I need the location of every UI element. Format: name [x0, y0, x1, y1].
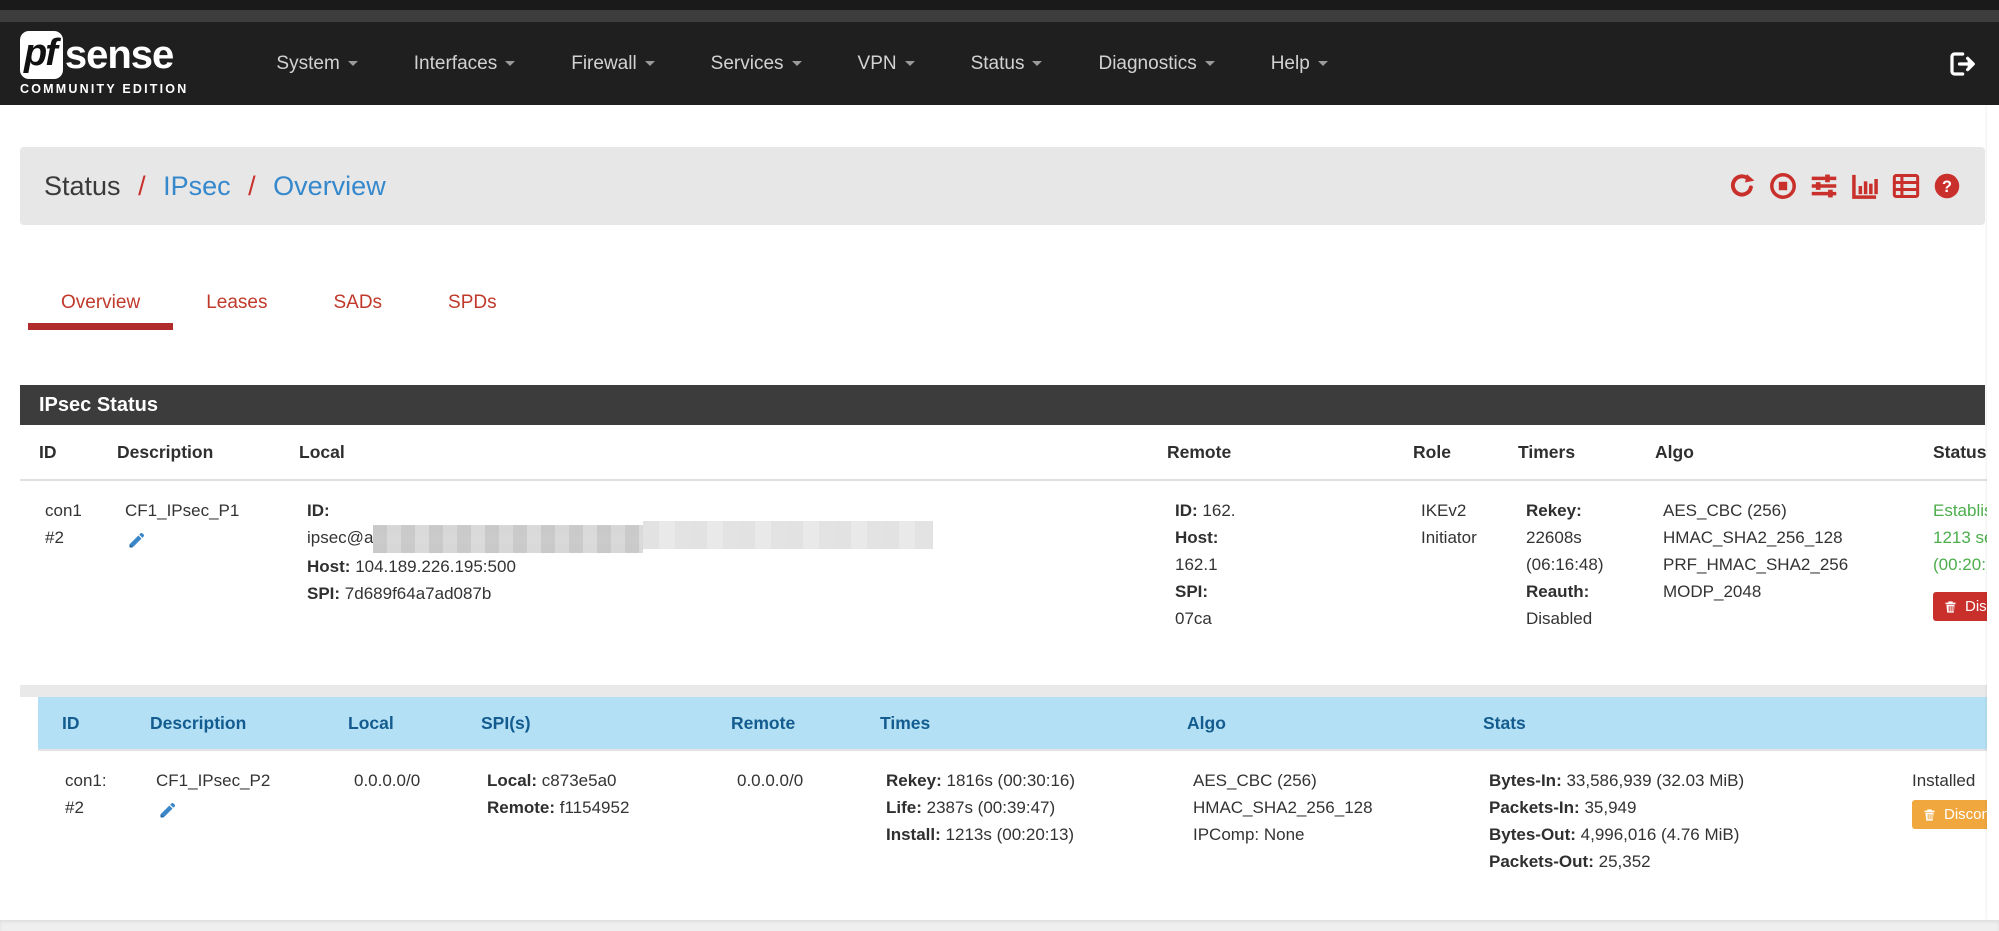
col-header-algo: Algo [1655, 425, 1925, 480]
cell-description: CF1_IPsec_P2 [150, 750, 348, 905]
pfsense-status-ipsec-page: pfsense COMMUNITY EDITION System Interfa… [0, 0, 1999, 931]
nav-services[interactable]: Services [683, 39, 830, 89]
nav-diagnostics[interactable]: Diagnostics [1070, 39, 1242, 89]
nav-vpn[interactable]: VPN [830, 39, 943, 89]
status-tabs: Overview Leases SADs SPDs [28, 277, 1985, 330]
cell-stats: Bytes-In: 33,586,939 (32.03 MiB) Packets… [1483, 750, 1906, 905]
col-header-description: Description [117, 425, 299, 480]
breadcrumb-action-icons: ? [1728, 172, 1961, 200]
ike-sa-table: ID Description Local Remote Role Timers … [20, 425, 1999, 685]
col-header-remote: Remote [1167, 425, 1413, 480]
nav-status[interactable]: Status [943, 39, 1071, 89]
redacted-value [373, 525, 643, 553]
nav-system[interactable]: System [248, 39, 385, 89]
chevron-down-icon [905, 61, 915, 66]
nav-interfaces[interactable]: Interfaces [386, 39, 543, 89]
vertical-scrollbar[interactable] [1987, 105, 1999, 920]
svg-text:?: ? [1942, 178, 1952, 196]
browser-chrome-strip [0, 10, 1999, 22]
breadcrumb-separator: / [248, 171, 256, 201]
list-icon[interactable] [1892, 172, 1920, 200]
stop-icon[interactable] [1769, 172, 1797, 200]
window-chrome-strip [0, 0, 1999, 10]
nav-help[interactable]: Help [1243, 39, 1356, 89]
ipsec-status-panel: IPsec Status ID Description Local Remote… [20, 385, 1985, 905]
cell-local: ID: ipsec@a Host: 104.189.226.195:500 SP… [299, 480, 1167, 685]
sign-out-icon[interactable] [1947, 49, 1977, 79]
pfsense-logo-text: pfsense [20, 31, 188, 79]
breadcrumb: Status / IPsec / Overview [20, 147, 1985, 225]
main-menu: System Interfaces Firewall Services VPN … [248, 39, 1355, 89]
cell-local: 0.0.0.0/0 [348, 750, 481, 905]
top-navbar: pfsense COMMUNITY EDITION System Interfa… [0, 22, 1999, 105]
cell-role: IKEv2 Initiator [1413, 480, 1518, 685]
child-table-header-row: ID Description Local SPI(s) Remote Times… [38, 697, 1999, 750]
breadcrumb-link-overview[interactable]: Overview [273, 171, 386, 201]
page-content: Status / IPsec / Overview [20, 147, 1985, 905]
bar-chart-icon[interactable] [1851, 172, 1879, 200]
chevron-down-icon [348, 61, 358, 66]
col-header-description: Description [150, 697, 348, 750]
ike-sa-row: con1 #2 CF1_IPsec_P1 ID: ipsec@a Host: 1… [20, 480, 1999, 685]
col-header-times: Times [880, 697, 1187, 750]
panel-title: IPsec Status [20, 385, 1985, 425]
cell-algo: AES_CBC (256) HMAC_SHA2_256_128 IPComp: … [1187, 750, 1483, 905]
chevron-down-icon [1318, 61, 1328, 66]
col-header-stats: Stats [1483, 697, 1906, 750]
col-header-role: Role [1413, 425, 1518, 480]
page-title: Status / IPsec / Overview [44, 171, 386, 202]
cell-spis: Local: c873e5a0 Remote: f1154952 [481, 750, 731, 905]
tab-sads[interactable]: SADs [300, 277, 415, 330]
cell-child-status: Installed Disconnect [1906, 750, 1999, 905]
cell-description: CF1_IPsec_P1 [117, 480, 299, 685]
redacted-value [643, 521, 933, 549]
tab-leases[interactable]: Leases [173, 277, 300, 330]
chevron-down-icon [792, 61, 802, 66]
page-background-strip [0, 920, 1999, 931]
col-header-local: Local [299, 425, 1167, 480]
col-header-id: ID [20, 425, 117, 480]
child-sa-row: con1: #2 CF1_IPsec_P2 0.0.0.0/0 Local: c… [38, 750, 1999, 905]
nav-firewall[interactable]: Firewall [543, 39, 682, 89]
pencil-icon[interactable] [156, 800, 178, 822]
col-header-timers: Timers [1518, 425, 1655, 480]
logo-subtitle: COMMUNITY EDITION [20, 82, 188, 96]
cell-algo: AES_CBC (256) HMAC_SHA2_256_128 PRF_HMAC… [1655, 480, 1925, 685]
trash-icon [1922, 807, 1937, 823]
chevron-down-icon [505, 61, 515, 66]
col-header-id: ID [38, 697, 150, 750]
pencil-icon[interactable] [125, 530, 147, 552]
cell-remote: 0.0.0.0/0 [731, 750, 880, 905]
ike-table-header-row: ID Description Local Remote Role Timers … [20, 425, 1999, 480]
col-header-hidden-status [1906, 697, 1999, 750]
pfsense-logo[interactable]: pfsense COMMUNITY EDITION [20, 31, 188, 96]
breadcrumb-section: Status [44, 171, 121, 201]
chevron-down-icon [1205, 61, 1215, 66]
col-header-algo: Algo [1187, 697, 1483, 750]
refresh-icon[interactable] [1728, 172, 1756, 200]
cell-timers: Rekey: 22608s (06:16:48) Reauth: Disable… [1518, 480, 1655, 685]
chevron-down-icon [1032, 61, 1042, 66]
cell-times: Rekey: 1816s (00:30:16) Life: 2387s (00:… [880, 750, 1187, 905]
tab-spds[interactable]: SPDs [415, 277, 530, 330]
child-sa-table: ID Description Local SPI(s) Remote Times… [38, 697, 1999, 905]
disconnect-child-button[interactable]: Disconnect [1912, 800, 1999, 829]
help-icon[interactable]: ? [1933, 172, 1961, 200]
trash-icon [1943, 599, 1958, 615]
sliders-icon[interactable] [1810, 172, 1838, 200]
cell-id: con1: #2 [38, 750, 150, 905]
logo-pf-badge: pf [20, 31, 63, 79]
tab-overview[interactable]: Overview [28, 277, 173, 330]
cell-id: con1 #2 [20, 480, 117, 685]
cell-remote: ID: 162. Host: 162.1 SPI: 07ca [1167, 480, 1413, 685]
breadcrumb-separator: / [138, 171, 146, 201]
col-header-spis: SPI(s) [481, 697, 731, 750]
breadcrumb-link-ipsec[interactable]: IPsec [163, 171, 231, 201]
chevron-down-icon [645, 61, 655, 66]
col-header-remote: Remote [731, 697, 880, 750]
col-header-local: Local [348, 697, 481, 750]
row-separator [20, 685, 1999, 697]
